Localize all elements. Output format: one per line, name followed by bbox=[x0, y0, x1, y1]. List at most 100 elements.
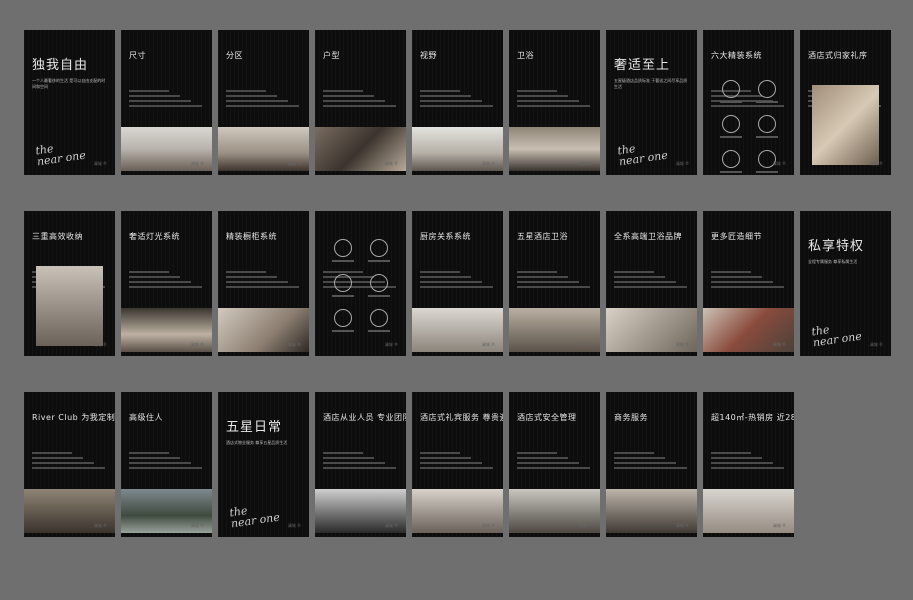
feature-icon bbox=[334, 239, 352, 257]
poster-card: 分区 澜城 ® bbox=[218, 30, 309, 175]
card-text-block bbox=[323, 90, 399, 110]
brand-mark: 澜城 ® bbox=[287, 342, 301, 347]
feature-item bbox=[361, 309, 397, 332]
card-title: 独我自由 bbox=[32, 58, 89, 73]
script-logo: the near one bbox=[616, 142, 669, 169]
text-line bbox=[226, 286, 299, 288]
brand-mark: 澜城 ® bbox=[578, 161, 592, 166]
card-photo bbox=[812, 85, 879, 165]
feature-label bbox=[332, 295, 354, 297]
text-line bbox=[711, 281, 773, 283]
card-title: 奢适灯光系统 bbox=[129, 232, 180, 241]
text-line bbox=[129, 286, 202, 288]
brand-mark: 澜城 ® bbox=[190, 342, 204, 347]
text-line bbox=[517, 281, 579, 283]
text-line bbox=[129, 105, 202, 107]
card-title: 更多匠造细节 bbox=[711, 232, 762, 241]
text-line bbox=[129, 462, 191, 464]
card-title: 精装橱柜系统 bbox=[226, 232, 277, 241]
poster-card: 全系高端卫浴品牌 澜城 ® bbox=[606, 211, 697, 356]
text-line bbox=[517, 271, 557, 273]
feature-label bbox=[720, 101, 742, 103]
card-text-block bbox=[420, 452, 496, 472]
text-line bbox=[323, 105, 396, 107]
card-text-block bbox=[711, 271, 787, 291]
feature-icon bbox=[370, 274, 388, 292]
text-line bbox=[420, 100, 482, 102]
text-line bbox=[614, 276, 665, 278]
card-title: 超140㎡-热销房 近280㎡-热销房 bbox=[711, 413, 794, 422]
text-line bbox=[323, 95, 374, 97]
text-line bbox=[614, 457, 665, 459]
poster-card: 酒店式礼宾服务 尊贵迎宾澜城 ® bbox=[412, 392, 503, 537]
script-logo: the near one bbox=[228, 504, 281, 531]
poster-card: 商务服务 澜城 ® bbox=[606, 392, 697, 537]
card-title: 酒店从业人员 专业团队 bbox=[323, 413, 406, 422]
poster-card: 酒店式安全管理 澜城 ® bbox=[509, 392, 600, 537]
card-title: 六大精装系统 bbox=[711, 51, 762, 60]
text-line bbox=[420, 281, 482, 283]
text-line bbox=[129, 95, 180, 97]
card-text-block bbox=[129, 271, 205, 291]
brand-mark: 澜城 ® bbox=[772, 523, 786, 528]
card-title: 视野 bbox=[420, 51, 437, 60]
text-line bbox=[711, 457, 762, 459]
text-line bbox=[517, 95, 568, 97]
text-line bbox=[32, 462, 94, 464]
text-line bbox=[129, 276, 180, 278]
text-line bbox=[226, 90, 266, 92]
text-line bbox=[711, 271, 751, 273]
brand-mark: 澜城 ® bbox=[93, 523, 107, 528]
feature-label bbox=[368, 330, 390, 332]
card-photo bbox=[36, 266, 103, 346]
text-line bbox=[420, 271, 460, 273]
card-subtitle: 酒店式物业服务 尊享五星品质生活 bbox=[226, 440, 288, 445]
card-subtitle: 一个人最奢侈的生活 是可以自由支配的时间和空间 bbox=[32, 78, 106, 89]
feature-item bbox=[713, 150, 749, 173]
feature-label bbox=[720, 171, 742, 173]
text-line bbox=[517, 90, 557, 92]
feature-item bbox=[713, 115, 749, 138]
text-line bbox=[420, 452, 460, 454]
text-line bbox=[32, 457, 83, 459]
poster-card: 视野 澜城 ® bbox=[412, 30, 503, 175]
text-line bbox=[517, 467, 590, 469]
text-line bbox=[614, 462, 676, 464]
poster-card: River Club 为我定制 澜城 ® bbox=[24, 392, 115, 537]
poster-card: 超140㎡-热销房 近280㎡-热销房澜城 ® bbox=[703, 392, 794, 537]
text-line bbox=[129, 90, 169, 92]
feature-item bbox=[361, 239, 397, 262]
brand-mark: 澜城 ® bbox=[481, 523, 495, 528]
brand-mark: 澜城 ® bbox=[384, 161, 398, 166]
card-text-block bbox=[420, 90, 496, 110]
brand-mark: 澜城 ® bbox=[578, 523, 592, 528]
poster-card: 独我自由 一个人最奢侈的生活 是可以自由支配的时间和空间 the near one 澜城… bbox=[24, 30, 115, 175]
text-line bbox=[614, 452, 654, 454]
text-line bbox=[129, 452, 169, 454]
feature-icon bbox=[370, 239, 388, 257]
feature-icon bbox=[370, 309, 388, 327]
text-line bbox=[614, 286, 687, 288]
feature-icon bbox=[334, 274, 352, 292]
feature-item bbox=[749, 115, 785, 138]
text-line bbox=[129, 457, 180, 459]
poster-card: 六大精装系统 澜城 ® bbox=[703, 30, 794, 175]
poster-card: 三重高效收纳 澜城 ® bbox=[24, 211, 115, 356]
card-text-block bbox=[517, 271, 593, 291]
text-line bbox=[226, 276, 277, 278]
card-title: 五星日常 bbox=[226, 420, 283, 435]
text-line bbox=[711, 467, 784, 469]
text-line bbox=[517, 276, 568, 278]
feature-icon bbox=[722, 150, 740, 168]
card-title: 户型 bbox=[323, 51, 340, 60]
text-line bbox=[614, 281, 676, 283]
card-text-block bbox=[614, 271, 690, 291]
text-line bbox=[323, 452, 363, 454]
brand-mark: 澜城 ® bbox=[384, 523, 398, 528]
feature-icon bbox=[758, 80, 776, 98]
brand-mark: 澜城 ® bbox=[869, 161, 883, 166]
poster-card: 奢适至上 五星级酒店品质标准 于奢适之间尽享品质生活 the near one 澜城 ® bbox=[606, 30, 697, 175]
brand-mark: 澜城 ® bbox=[772, 342, 786, 347]
script-logo: the near one bbox=[810, 323, 863, 350]
feature-label bbox=[756, 101, 778, 103]
